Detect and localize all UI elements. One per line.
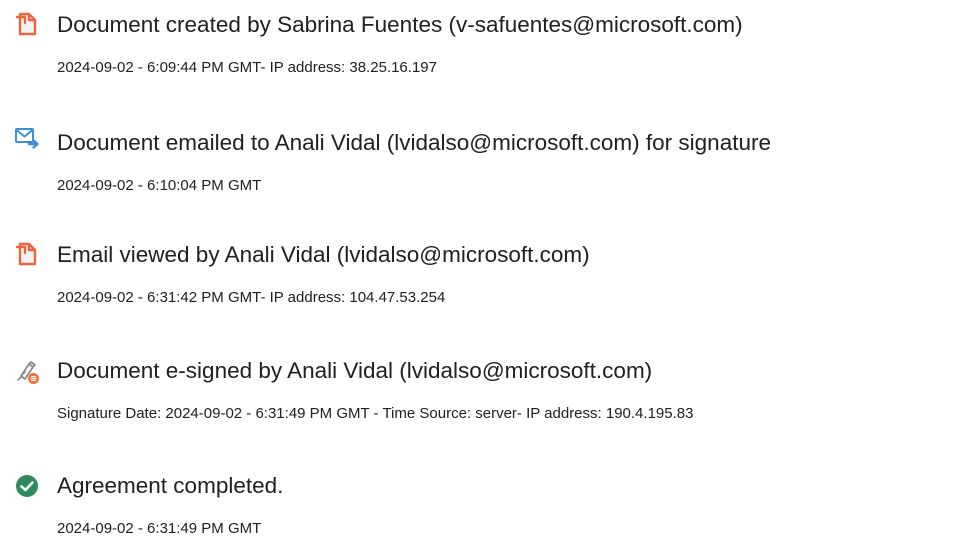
event-title: Email viewed by Anali Vidal (lvidalso@mi… <box>57 242 590 267</box>
check-circle-icon <box>14 473 40 499</box>
audit-history-page: { "colors": { "document_icon": "#f0643c"… <box>0 0 963 538</box>
event-detail: 2024-09-02 - 6:31:49 PM GMT <box>57 520 262 537</box>
event-title: Document e-signed by Anali Vidal (lvidal… <box>57 358 653 383</box>
document-icon <box>14 241 40 267</box>
event-detail: 2024-09-02 - 6:31:42 PM GMT- IP address:… <box>57 289 446 306</box>
email-sent-icon <box>14 125 40 151</box>
esign-pen-icon <box>14 359 40 385</box>
event-detail: 2024-09-02 - 6:10:04 PM GMT <box>57 177 262 194</box>
event-title: Document created by Sabrina Fuentes (v-s… <box>57 12 743 37</box>
document-icon <box>14 11 40 37</box>
event-detail: Signature Date: 2024-09-02 - 6:31:49 PM … <box>57 405 694 422</box>
event-detail: 2024-09-02 - 6:09:44 PM GMT- IP address:… <box>57 59 437 76</box>
event-title: Agreement completed. <box>57 473 284 498</box>
event-title: Document emailed to Anali Vidal (lvidals… <box>57 130 771 155</box>
